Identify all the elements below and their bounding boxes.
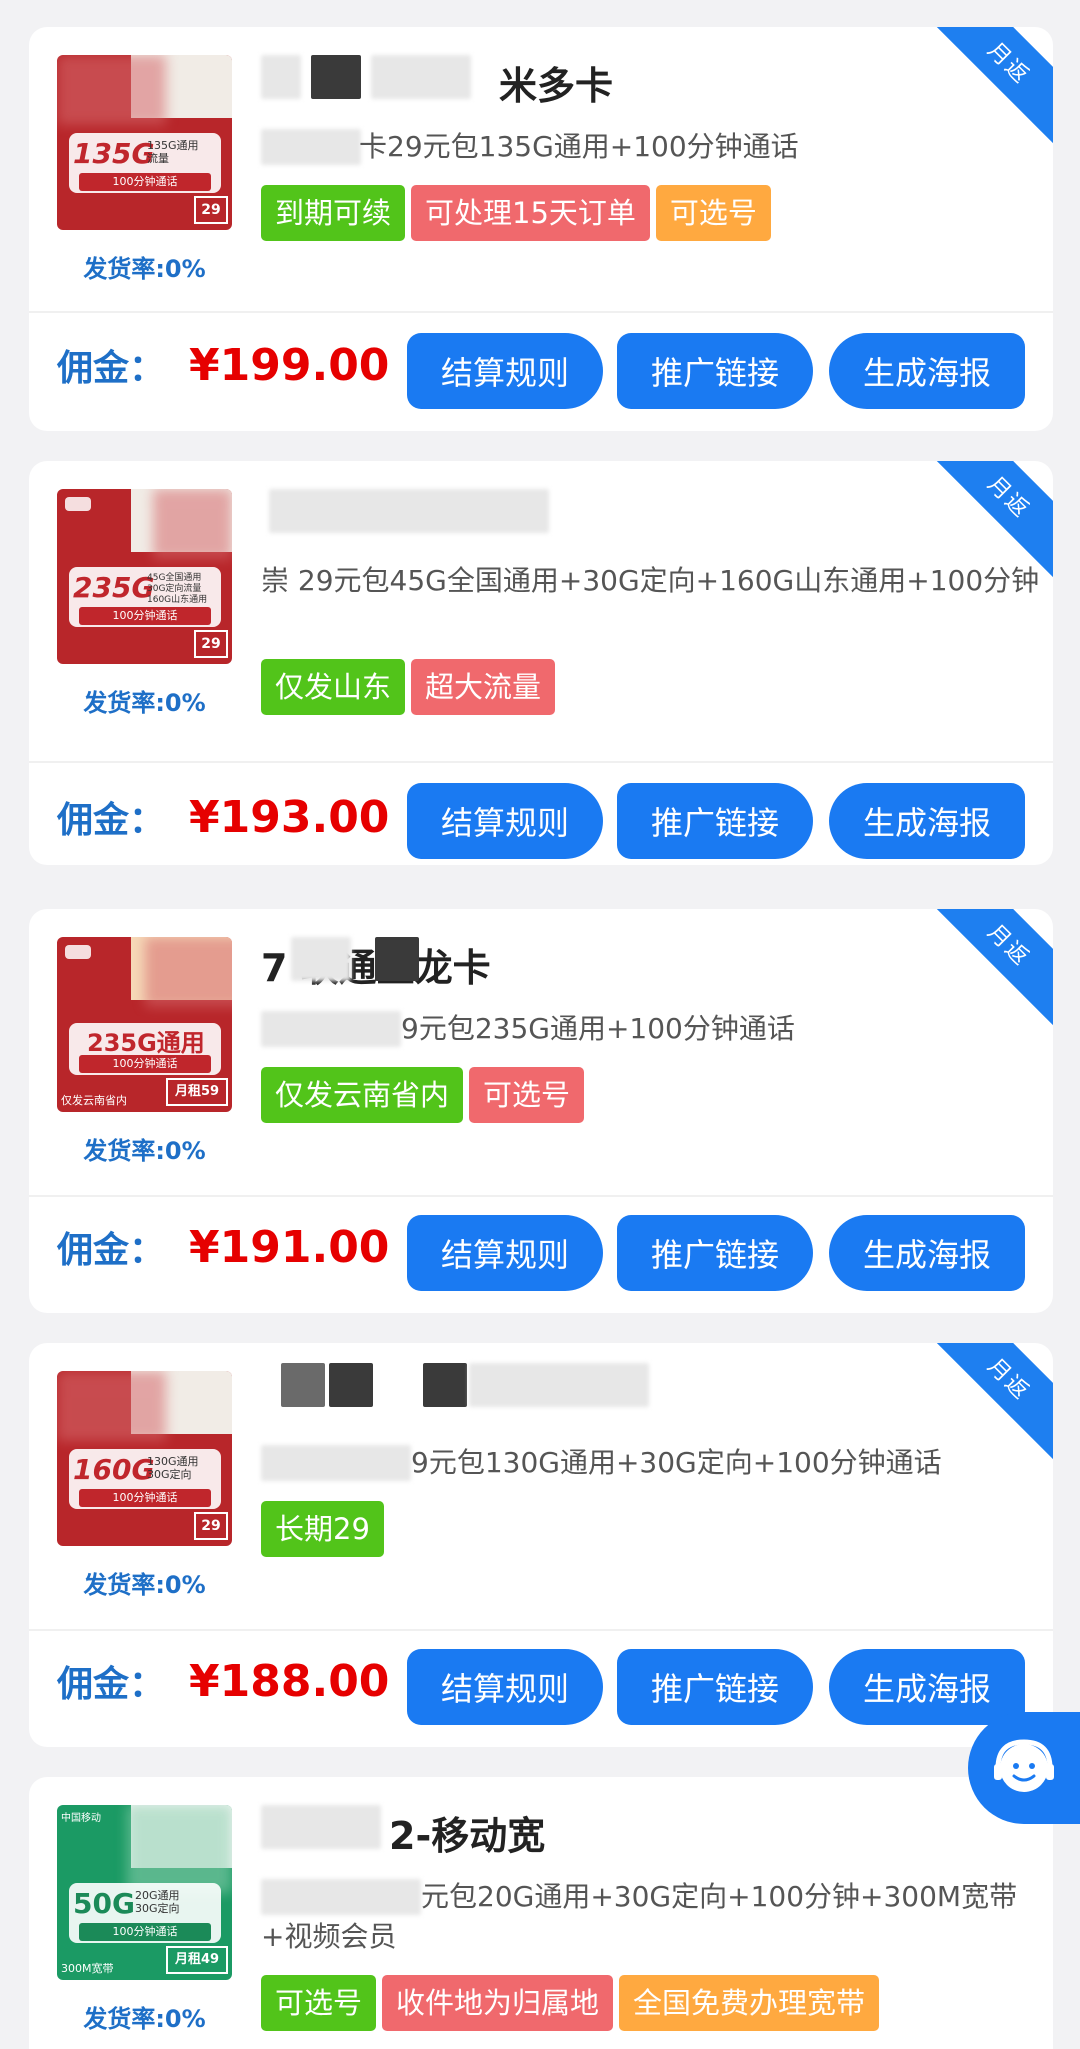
promo-link-button[interactable]: 推广链接: [617, 1215, 813, 1291]
commission-label: 佣金：: [57, 1230, 166, 1271]
commission-amount: ¥188.00: [189, 1656, 390, 1707]
settlement-rules-button[interactable]: 结算规则: [407, 783, 603, 859]
thumb-brand: 中国移动: [61, 1813, 101, 1824]
commission-row: 佣金： ¥193.00: [57, 791, 389, 843]
product-description: 元包20G通用+30G定向+100分钟+300M宽带+视频会员: [261, 1880, 1018, 1953]
promo-link-button[interactable]: 推广链接: [617, 333, 813, 409]
product-description: 崇 29元包45G全国通用+30G定向+160G山东通用+100分钟: [261, 564, 1040, 597]
commission-amount: ¥191.00: [189, 1222, 390, 1273]
shipping-rate: 发货率:0%: [83, 1137, 206, 1165]
product-title[interactable]: 2-移动宽: [389, 1805, 545, 1860]
thumb-minutes: 100分钟通话: [79, 173, 211, 191]
shipping-rate: 发货率:0%: [83, 1571, 206, 1599]
tag: 可选号: [655, 185, 771, 241]
thumb-data-amount: 235G通用: [87, 1029, 205, 1057]
thumb-data-amount: 160G: [73, 1453, 155, 1486]
tag: 长期29: [261, 1501, 384, 1557]
thumb-data-amount: 235G: [73, 571, 155, 604]
commission-label: 佣金：: [57, 348, 166, 389]
thumb-minutes: 100分钟通话: [79, 1489, 211, 1507]
commission-label: 佣金：: [57, 800, 166, 841]
generate-poster-button[interactable]: 生成海报: [829, 1215, 1025, 1291]
generate-poster-button[interactable]: 生成海报: [829, 783, 1025, 859]
shipping-rate: 发货率:0%: [83, 689, 206, 717]
thumb-minutes: 100分钟通话: [79, 1055, 211, 1073]
thumb-price: 29: [194, 196, 228, 224]
tag: 可选号: [469, 1067, 585, 1123]
thumb-data-amount: 135G: [73, 137, 155, 170]
settlement-rules-button[interactable]: 结算规则: [407, 1649, 603, 1725]
commission-row: 佣金： ¥199.00: [57, 339, 389, 391]
product-thumbnail[interactable]: 235G 45G全国通用 30G定向流量 160G山东通用 100分钟通话 29: [57, 489, 232, 664]
thumb-data-detail: 135G通用 流量: [147, 139, 199, 165]
product-card[interactable]: 月返 235G 45G全国通用 30G定向流量 160G山东通用 100分钟通话…: [29, 461, 1053, 865]
promo-link-button[interactable]: 推广链接: [617, 783, 813, 859]
commission-amount: ¥199.00: [189, 340, 390, 391]
tag: 全国免费办理宽带: [619, 1975, 880, 2031]
generate-poster-button[interactable]: 生成海报: [829, 1649, 1025, 1725]
thumb-data-amount: 50G: [73, 1887, 135, 1920]
customer-service-button[interactable]: [968, 1712, 1080, 1824]
product-description: 9元包235G通用+100分钟通话: [401, 1012, 795, 1045]
tag: 可处理15天订单: [411, 185, 650, 241]
tag: 收件地为归属地: [382, 1975, 614, 2031]
thumb-price: 29: [194, 630, 228, 658]
thumb-price: 月租49: [166, 1946, 228, 1974]
product-thumbnail[interactable]: 160G 130G通用 30G定向 100分钟通话 29: [57, 1371, 232, 1546]
customer-service-icon: [994, 1739, 1054, 1792]
product-description: 卡29元包135G通用+100分钟通话: [359, 130, 799, 163]
product-list: 月返 135G 135G通用 流量 100分钟通话 29 发货率:0% 米多卡 …: [0, 0, 1080, 2049]
product-thumbnail[interactable]: 135G 135G通用 流量 100分钟通话 29: [57, 55, 232, 230]
thumb-minutes: 100分钟通话: [79, 1923, 211, 1941]
product-description: 9元包130G通用+30G定向+100分钟通话: [411, 1446, 942, 1479]
product-thumbnail[interactable]: 中国移动 50G 20G通用 30G定向 100分钟通话 月租49 300M宽带: [57, 1805, 232, 1980]
settlement-rules-button[interactable]: 结算规则: [407, 1215, 603, 1291]
commission-label: 佣金：: [57, 1664, 166, 1705]
product-thumbnail[interactable]: 235G通用 100分钟通话 月租59 仅发云南省内: [57, 937, 232, 1112]
thumb-footnote: 仅发云南省内: [61, 1094, 127, 1107]
tag-row: 仅发山东 超大流量: [261, 659, 556, 715]
product-card[interactable]: 月返 160G 130G通用 30G定向 100分钟通话 29 发货率:0% 9…: [29, 1343, 1053, 1747]
tag: 超大流量: [411, 659, 556, 715]
product-title[interactable]: 米多卡: [499, 55, 613, 110]
thumb-data-detail: 45G全国通用 30G定向流量 160G山东通用: [147, 573, 208, 605]
thumb-price: 29: [194, 1512, 228, 1540]
tag: 仅发山东: [261, 659, 406, 715]
generate-poster-button[interactable]: 生成海报: [829, 333, 1025, 409]
tag-row: 到期可续 可处理15天订单 可选号: [261, 185, 771, 241]
tag-row: 长期29: [261, 1501, 384, 1557]
shipping-rate: 发货率:0%: [83, 2005, 206, 2033]
promo-link-button[interactable]: 推广链接: [617, 1649, 813, 1725]
shipping-rate: 发货率:0%: [83, 255, 206, 283]
product-card[interactable]: 中国移动 50G 20G通用 30G定向 100分钟通话 月租49 300M宽带…: [29, 1777, 1053, 2049]
thumb-footnote: 300M宽带: [61, 1962, 114, 1975]
commission-amount: ¥193.00: [189, 792, 390, 843]
thumb-data-detail: 130G通用 30G定向: [147, 1455, 199, 1481]
tag: 可选号: [261, 1975, 377, 2031]
commission-row: 佣金： ¥188.00: [57, 1655, 389, 1707]
commission-row: 佣金： ¥191.00: [57, 1221, 389, 1273]
tag: 仅发云南省内: [261, 1067, 464, 1123]
tag: 到期可续: [261, 185, 406, 241]
tag-row: 可选号 收件地为归属地 全国免费办理宽带: [261, 1975, 880, 2031]
product-card[interactable]: 月返 235G通用 100分钟通话 月租59 仅发云南省内 发货率:0% 7 联…: [29, 909, 1053, 1313]
thumb-price: 月租59: [166, 1078, 228, 1106]
product-card[interactable]: 月返 135G 135G通用 流量 100分钟通话 29 发货率:0% 米多卡 …: [29, 27, 1053, 431]
tag-row: 仅发云南省内 可选号: [261, 1067, 585, 1123]
thumb-data-detail: 20G通用 30G定向: [135, 1889, 180, 1915]
settlement-rules-button[interactable]: 结算规则: [407, 333, 603, 409]
thumb-minutes: 100分钟通话: [79, 607, 211, 625]
